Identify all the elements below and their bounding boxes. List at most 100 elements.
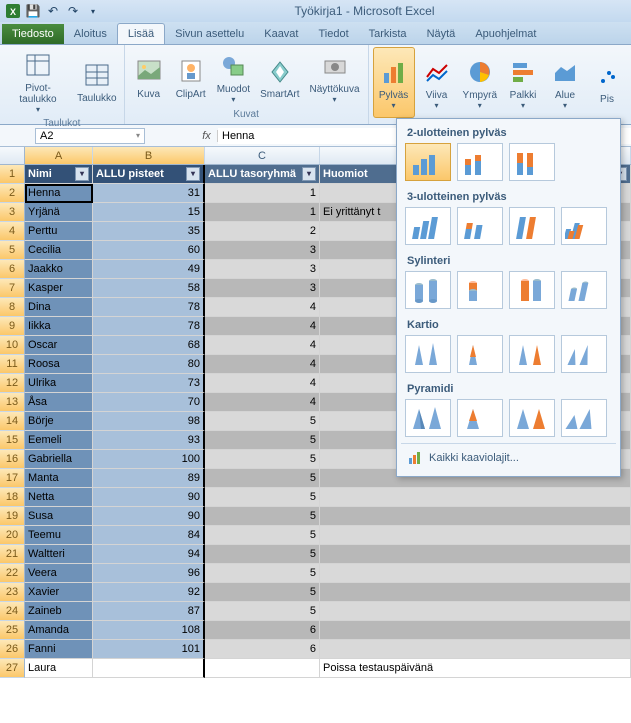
select-all-cell[interactable] — [0, 147, 25, 164]
cell[interactable] — [320, 640, 631, 659]
chart-type-thumb[interactable] — [405, 399, 451, 437]
tab-tiedot[interactable]: Tiedot — [308, 24, 358, 44]
cell[interactable]: 80 — [93, 355, 205, 374]
cell[interactable] — [320, 583, 631, 602]
cell[interactable]: 5 — [205, 469, 320, 488]
cell[interactable]: Cecilia — [25, 241, 93, 260]
chart-type-thumb[interactable] — [457, 143, 503, 181]
cell[interactable]: 5 — [205, 450, 320, 469]
cell[interactable]: 87 — [93, 602, 205, 621]
cell[interactable]: Yrjänä — [25, 203, 93, 222]
row-number[interactable]: 21 — [0, 545, 25, 564]
chart-type-thumb[interactable] — [561, 335, 607, 373]
chart-type-thumb[interactable] — [509, 335, 555, 373]
cell[interactable]: Amanda — [25, 621, 93, 640]
chart-type-thumb[interactable] — [405, 207, 451, 245]
cell[interactable]: 4 — [205, 317, 320, 336]
cell[interactable]: Perttu — [25, 222, 93, 241]
cell[interactable]: 2 — [205, 222, 320, 241]
cell[interactable]: 68 — [93, 336, 205, 355]
cell[interactable]: 84 — [93, 526, 205, 545]
chart-type-thumb[interactable] — [509, 143, 555, 181]
row-number[interactable]: 9 — [0, 317, 25, 336]
row-number[interactable]: 1 — [0, 165, 25, 184]
cell[interactable]: Iikka — [25, 317, 93, 336]
cell[interactable] — [320, 507, 631, 526]
row-number[interactable]: 12 — [0, 374, 25, 393]
row-number[interactable]: 23 — [0, 583, 25, 602]
column-chart-button[interactable]: Pylväs ▾ — [373, 47, 415, 118]
cell[interactable]: 31 — [93, 184, 205, 203]
cell[interactable]: 5 — [205, 545, 320, 564]
cell[interactable]: 96 — [93, 564, 205, 583]
filter-button[interactable]: ▾ — [75, 167, 89, 181]
cell[interactable]: Fanni — [25, 640, 93, 659]
cell[interactable] — [320, 545, 631, 564]
smartart-button[interactable]: SmartArt — [256, 47, 303, 107]
cell[interactable]: 5 — [205, 526, 320, 545]
cell[interactable]: Poissa testauspäivänä — [320, 659, 631, 678]
shapes-button[interactable]: Muodot ▾ — [213, 47, 254, 107]
row-number[interactable]: 14 — [0, 412, 25, 431]
cell[interactable]: 15 — [93, 203, 205, 222]
pie-chart-button[interactable]: Ympyrä ▾ — [459, 47, 501, 118]
cell[interactable]: Eemeli — [25, 431, 93, 450]
cell[interactable]: 89 — [93, 469, 205, 488]
cell[interactable] — [320, 526, 631, 545]
tab-file[interactable]: Tiedosto — [2, 24, 64, 44]
row-number[interactable]: 19 — [0, 507, 25, 526]
excel-icon[interactable]: X — [4, 2, 22, 20]
line-chart-button[interactable]: Viiva ▾ — [417, 47, 457, 118]
row-number[interactable]: 4 — [0, 222, 25, 241]
tab-kaavat[interactable]: Kaavat — [254, 24, 308, 44]
cell[interactable]: 5 — [205, 507, 320, 526]
cell[interactable]: Gabriella — [25, 450, 93, 469]
cell[interactable]: 93 — [93, 431, 205, 450]
cell[interactable]: 4 — [205, 355, 320, 374]
area-chart-button[interactable]: Alue ▾ — [545, 47, 585, 118]
cell[interactable]: Oscar — [25, 336, 93, 355]
chart-type-thumb[interactable] — [457, 399, 503, 437]
cell[interactable]: 6 — [205, 640, 320, 659]
cell[interactable]: 35 — [93, 222, 205, 241]
cell[interactable]: Netta — [25, 488, 93, 507]
tab-apuohjelmat[interactable]: Apuohjelmat — [465, 24, 546, 44]
row-number[interactable]: 13 — [0, 393, 25, 412]
cell[interactable]: Teemu — [25, 526, 93, 545]
cell[interactable]: Xavier — [25, 583, 93, 602]
redo-icon[interactable]: ↷ — [64, 2, 82, 20]
cell[interactable]: 100 — [93, 450, 205, 469]
cell[interactable]: 60 — [93, 241, 205, 260]
pivot-table-button[interactable]: Pivot-taulukko ▾ — [4, 47, 72, 116]
cell[interactable]: Roosa — [25, 355, 93, 374]
cell[interactable]: 78 — [93, 298, 205, 317]
cell[interactable]: 1 — [205, 203, 320, 222]
cell[interactable]: Kasper — [25, 279, 93, 298]
row-number[interactable]: 20 — [0, 526, 25, 545]
cell[interactable]: 92 — [93, 583, 205, 602]
cell[interactable]: 5 — [205, 431, 320, 450]
cell[interactable]: Veera — [25, 564, 93, 583]
row-number[interactable]: 15 — [0, 431, 25, 450]
bar-chart-button[interactable]: Palkki ▾ — [503, 47, 543, 118]
chart-type-thumb[interactable] — [405, 143, 451, 181]
row-number[interactable]: 17 — [0, 469, 25, 488]
clipart-button[interactable]: ClipArt — [171, 47, 211, 107]
tab-tarkista[interactable]: Tarkista — [359, 24, 417, 44]
filter-button[interactable]: ▾ — [302, 167, 316, 181]
cell[interactable]: Waltteri — [25, 545, 93, 564]
cell[interactable]: Manta — [25, 469, 93, 488]
cell[interactable]: 5 — [205, 488, 320, 507]
cell[interactable]: 90 — [93, 507, 205, 526]
chevron-down-icon[interactable]: ▾ — [136, 131, 140, 140]
picture-button[interactable]: Kuva — [129, 47, 169, 107]
cell[interactable]: 4 — [205, 336, 320, 355]
cell[interactable]: 98 — [93, 412, 205, 431]
chart-type-thumb[interactable] — [509, 271, 555, 309]
cell[interactable]: 58 — [93, 279, 205, 298]
row-number[interactable]: 7 — [0, 279, 25, 298]
chart-type-thumb[interactable] — [457, 207, 503, 245]
tab-aloitus[interactable]: Aloitus — [64, 24, 117, 44]
cell[interactable] — [320, 602, 631, 621]
row-number[interactable]: 5 — [0, 241, 25, 260]
